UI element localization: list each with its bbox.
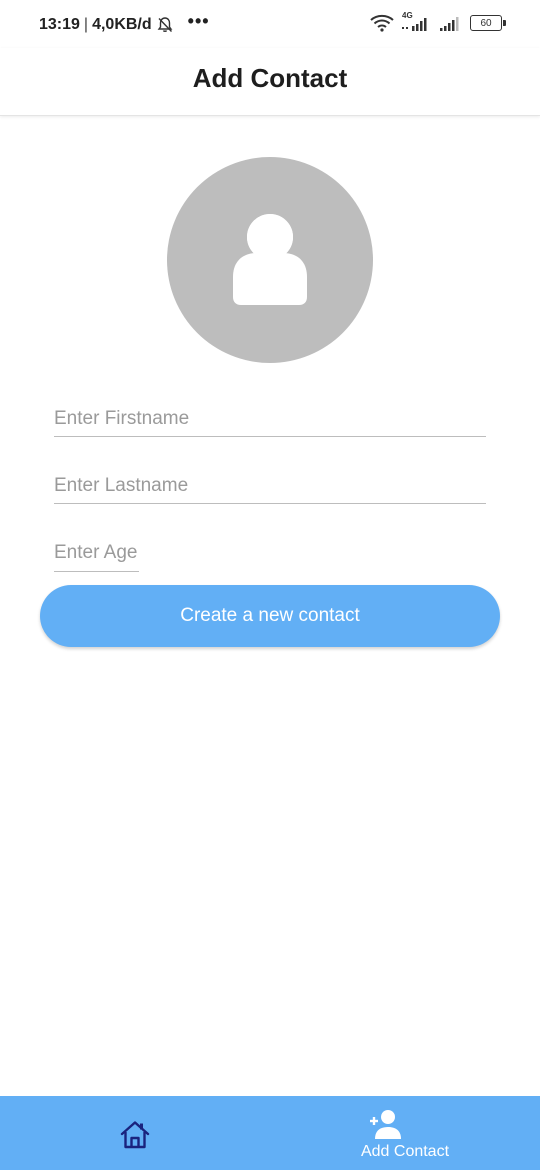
app-bar: Add Contact <box>0 48 540 116</box>
contact-avatar[interactable] <box>167 157 373 363</box>
status-bar-left: 13:19 | 4,0KB/d ••• <box>39 11 210 35</box>
status-time: 13:19 <box>39 15 80 33</box>
firstname-field[interactable] <box>54 404 486 437</box>
page-title: Add Contact <box>192 63 348 93</box>
battery-icon: 60 <box>470 15 506 31</box>
lastname-input[interactable] <box>54 471 486 501</box>
age-field[interactable] <box>54 538 139 572</box>
firstname-input[interactable] <box>54 404 486 434</box>
create-contact-button[interactable]: Create a new contact <box>40 585 500 647</box>
bottom-navigation: Add Contact <box>0 1096 540 1170</box>
wifi-icon <box>370 14 394 32</box>
status-bar: 13:19 | 4,0KB/d ••• 4G 60 <box>0 0 540 48</box>
person-add-icon <box>370 1110 401 1139</box>
signal-bars-icon <box>402 18 427 31</box>
status-separator: | <box>83 15 89 33</box>
nav-item-home[interactable] <box>0 1096 270 1170</box>
status-more-dots: ••• <box>187 11 210 31</box>
nav-item-add-contact[interactable]: Add Contact <box>270 1096 540 1170</box>
battery-level: 60 <box>480 17 492 29</box>
bell-off-icon <box>157 16 173 32</box>
status-bar-right: 4G 60 <box>370 11 506 33</box>
person-icon <box>233 210 307 305</box>
nav-item-add-contact-label: Add Contact <box>360 1143 450 1160</box>
lastname-field[interactable] <box>54 471 486 504</box>
cellular-4g-signal: 4G <box>402 11 432 33</box>
status-network-speed: 4,0KB/d <box>92 15 152 33</box>
age-input[interactable] <box>54 538 139 568</box>
signal-bars-icon <box>440 17 459 31</box>
home-icon <box>120 1121 150 1149</box>
